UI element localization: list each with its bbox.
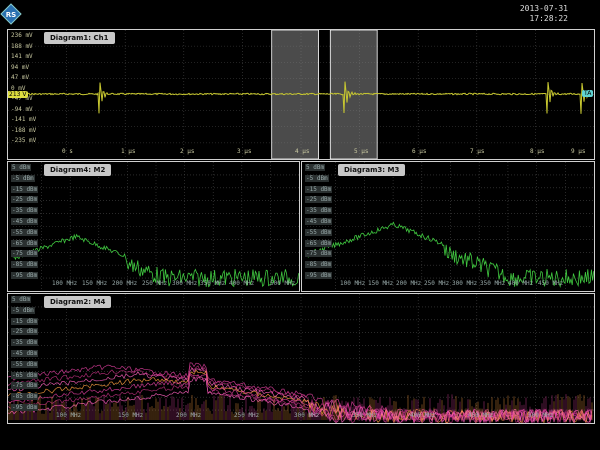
y-tick-label: 188 mV bbox=[11, 42, 33, 50]
y-tick-label: 141 mV bbox=[11, 53, 33, 60]
diagram4-title[interactable]: Diagram4: M2 bbox=[44, 164, 112, 176]
x-tick-label: 500 MHz bbox=[270, 280, 296, 287]
x-tick-label: 250 MHz bbox=[424, 280, 450, 287]
x-tick-label: 200 MHz bbox=[396, 280, 422, 287]
diagram4-plot[interactable] bbox=[8, 162, 299, 291]
x-tick-label: 6 µs bbox=[412, 148, 427, 155]
y-tick-label: -188 mV bbox=[11, 126, 37, 134]
y-tick-label: -235 mV bbox=[11, 137, 37, 144]
y-tick-label: -85 dBm bbox=[305, 261, 333, 269]
y-tick-label: 5 dBm bbox=[11, 296, 32, 303]
x-tick-label: 350 MHz bbox=[200, 280, 226, 287]
y-tick-label: -95 dBm bbox=[11, 404, 39, 411]
diagram2-panel[interactable]: Diagram2: M4 5 dBm -5 dBm -15 dBm -25 dBm -3… bbox=[7, 293, 595, 424]
diagram1-title[interactable]: Diagram1: Ch1 bbox=[44, 32, 115, 44]
x-tick-label: 7 µs bbox=[470, 148, 485, 155]
x-tick-label: 100 MHz bbox=[52, 280, 78, 287]
x-tick-label: 500 MHz bbox=[528, 412, 554, 419]
y-tick-label: -65 dBm bbox=[11, 239, 39, 247]
x-tick-label: 1 µs bbox=[121, 148, 136, 155]
diagram1-panel[interactable]: Diagram1: Ch1 236 mV 188 mV 141 mV 94 mV 47 … bbox=[7, 29, 595, 160]
y-tick-label: -15 dBm bbox=[11, 317, 39, 325]
y-tick-label: -95 dBm bbox=[305, 272, 333, 279]
y-tick-label: 5 dBm bbox=[305, 164, 326, 171]
datetime: 2013-07-31 17:28:22 bbox=[520, 4, 568, 24]
y-tick-label: -45 dBm bbox=[305, 218, 333, 225]
y-tick-label: -85 dBm bbox=[11, 393, 39, 401]
x-tick-label: 400 MHz bbox=[229, 280, 255, 287]
x-tick-label: 450 MHz bbox=[468, 412, 494, 419]
x-tick-label: 4 µs bbox=[295, 148, 310, 155]
y-tick-label: -45 dBm bbox=[11, 350, 39, 357]
y-tick-label: 94 mV bbox=[11, 63, 30, 71]
x-tick-label: 5 µs bbox=[354, 148, 369, 155]
y-tick-label: -85 dBm bbox=[11, 261, 39, 269]
x-tick-label: 0 s bbox=[62, 148, 73, 155]
y-tick-label: 5 dBm bbox=[11, 164, 32, 171]
x-tick-label: 400 MHz bbox=[410, 412, 436, 419]
x-tick-label: 150 MHz bbox=[118, 412, 144, 419]
x-tick-label: 100 MHz bbox=[340, 280, 366, 287]
y-tick-label: 47 mV bbox=[11, 74, 30, 81]
y-tick-label: -15 dBm bbox=[11, 185, 39, 193]
x-tick-label: 350 MHz bbox=[352, 412, 378, 419]
x-tick-label: 150 MHz bbox=[82, 280, 108, 287]
x-tick-label: 3 µs bbox=[237, 148, 252, 155]
y-tick-label: -141 mV bbox=[11, 116, 37, 123]
diagram3-title[interactable]: Diagram3: M3 bbox=[338, 164, 406, 176]
x-tick-label: 8 µs bbox=[530, 148, 545, 155]
y-tick-label: -45 dBm bbox=[11, 218, 39, 225]
x-tick-label: 300 MHz bbox=[452, 280, 478, 287]
rohde-schwarz-logo[interactable]: RS bbox=[0, 3, 22, 25]
x-tick-label: 150 MHz bbox=[368, 280, 394, 287]
x-tick-label: 200 MHz bbox=[176, 412, 202, 419]
y-tick-label: -75 dBm bbox=[11, 250, 39, 258]
diagram4-panel[interactable]: Diagram4: M2 5 dBm -5 dBm -15 dBm -25 dBm -3… bbox=[7, 161, 300, 292]
y-tick-label: -25 dBm bbox=[11, 196, 39, 204]
y-tick-label: -65 dBm bbox=[11, 371, 39, 379]
y-tick-label: -35 dBm bbox=[305, 207, 333, 215]
y-tick-label: -55 dBm bbox=[305, 228, 333, 236]
trigger-marker[interactable]: TA bbox=[582, 90, 594, 97]
x-tick-label: 300 MHz bbox=[294, 412, 320, 419]
y-tick-label: -35 dBm bbox=[11, 339, 39, 347]
y-tick-label: -25 dBm bbox=[305, 196, 333, 204]
y-tick-label: -5 dBm bbox=[305, 174, 329, 182]
y-tick-label: -94 mV bbox=[11, 105, 33, 113]
y-tick-label: -35 dBm bbox=[11, 207, 39, 215]
x-tick-label: 450 MHz bbox=[538, 280, 564, 287]
spectrum-trace bbox=[12, 233, 299, 288]
x-tick-label: 2 µs bbox=[180, 148, 195, 155]
y-tick-label: -55 dBm bbox=[11, 228, 39, 236]
y-tick-label: -5 dBm bbox=[11, 306, 35, 314]
y-tick-label: -25 dBm bbox=[11, 328, 39, 336]
x-tick-label: 200 MHz bbox=[112, 280, 138, 287]
y-tick-label: -75 dBm bbox=[11, 382, 39, 390]
y-tick-label: -75 dBm bbox=[305, 250, 333, 258]
x-tick-label: 400 MHz bbox=[508, 280, 534, 287]
y-tick-label: -15 dBm bbox=[305, 185, 333, 193]
y-tick-label: -95 dBm bbox=[11, 272, 39, 279]
y-tick-label: 236 mV bbox=[11, 32, 33, 39]
x-tick-label: 9 µs bbox=[571, 148, 586, 155]
y-tick-label: -5 dBm bbox=[11, 174, 35, 182]
x-tick-label: 250 MHz bbox=[142, 280, 168, 287]
x-tick-label: 300 MHz bbox=[172, 280, 198, 287]
diagram1-plot[interactable] bbox=[8, 30, 594, 159]
y-tick-label: -55 dBm bbox=[11, 360, 39, 368]
diagram2-title[interactable]: Diagram2: M4 bbox=[44, 296, 112, 308]
time: 17:28:22 bbox=[529, 14, 568, 23]
y-tick-label: -65 dBm bbox=[305, 239, 333, 247]
date: 2013-07-31 bbox=[519, 4, 568, 13]
left-level-marker[interactable]: 213 V bbox=[8, 91, 29, 98]
svg-text:RS: RS bbox=[6, 11, 16, 19]
x-tick-label: 100 MHz bbox=[56, 412, 82, 419]
x-tick-label: 350 MHz bbox=[480, 280, 506, 287]
x-tick-label: 250 MHz bbox=[234, 412, 260, 419]
diagram3-plot[interactable] bbox=[302, 162, 594, 291]
diagram2-plot[interactable] bbox=[8, 294, 594, 423]
status-bar: 2013-07-31 17:28:22 RS bbox=[0, 0, 600, 28]
diagram3-panel[interactable]: Diagram3: M3 5 dBm -5 dBm -15 dBm -25 dBm -3… bbox=[301, 161, 595, 292]
